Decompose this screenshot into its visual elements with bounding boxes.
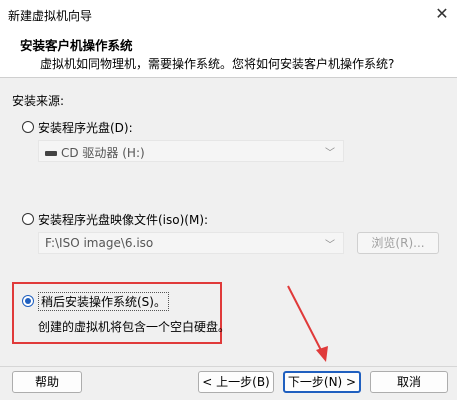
iso-path-combo: F:\ISO image\6.iso ﹀ xyxy=(38,232,344,254)
radio-install-disc-label[interactable]: 安装程序光盘(D): xyxy=(38,119,133,136)
radio-install-iso-label[interactable]: 安装程序光盘映像文件(iso)(M): xyxy=(38,211,208,228)
close-icon: ✕ xyxy=(435,4,449,23)
iso-path-value: F:\ISO image\6.iso xyxy=(45,236,154,250)
install-later-description: 创建的虚拟机将包含一个空白硬盘。 xyxy=(38,320,231,334)
chevron-down-icon: ﹀ xyxy=(325,148,335,159)
radio-install-iso[interactable] xyxy=(22,213,34,225)
page-subtitle: 虚拟机如同物理机，需要操作系统。您将如何安装客户机操作系统? xyxy=(40,57,395,71)
help-button[interactable]: 帮助 xyxy=(12,371,82,393)
disc-drive-value: CD 驱动器 (H:) xyxy=(45,144,145,161)
back-button[interactable]: < 上一步(B) xyxy=(198,371,274,393)
radio-install-disc[interactable] xyxy=(22,121,34,133)
close-button[interactable]: ✕ xyxy=(428,2,456,26)
radio-install-later[interactable] xyxy=(22,295,34,307)
cancel-button[interactable]: 取消 xyxy=(370,371,448,393)
window-title: 新建虚拟机向导 xyxy=(8,9,93,23)
page-title: 安装客户机操作系统 xyxy=(20,38,133,53)
install-source-label: 安装来源: xyxy=(12,94,65,108)
disc-drive-select: CD 驱动器 (H:) ﹀ xyxy=(38,140,344,162)
browse-button[interactable]: 浏览(R)... xyxy=(357,232,439,254)
radio-install-later-label[interactable]: 稍后安装操作系统(S)。 xyxy=(38,292,169,311)
drive-icon xyxy=(45,151,57,156)
annotation-arrow xyxy=(287,285,328,362)
next-button[interactable]: 下一步(N) > xyxy=(283,371,361,393)
chevron-down-icon: ﹀ xyxy=(325,240,335,251)
